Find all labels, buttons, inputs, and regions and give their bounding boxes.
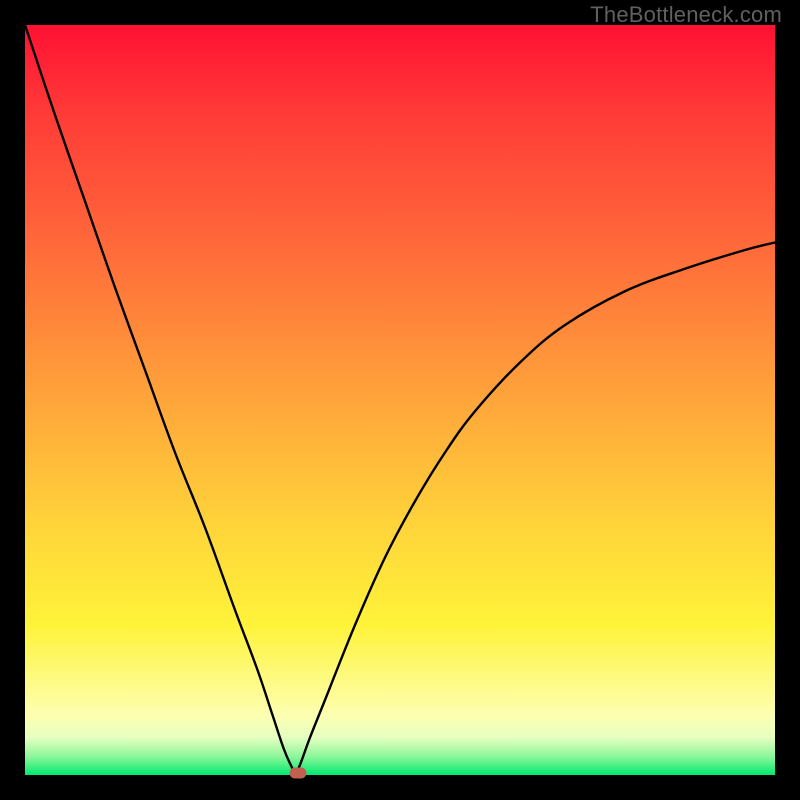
minimum-marker xyxy=(290,767,307,778)
bottleneck-curve xyxy=(25,25,775,772)
plot-area xyxy=(25,25,775,775)
curve-svg xyxy=(25,25,775,775)
chart-frame: TheBottleneck.com xyxy=(0,0,800,800)
